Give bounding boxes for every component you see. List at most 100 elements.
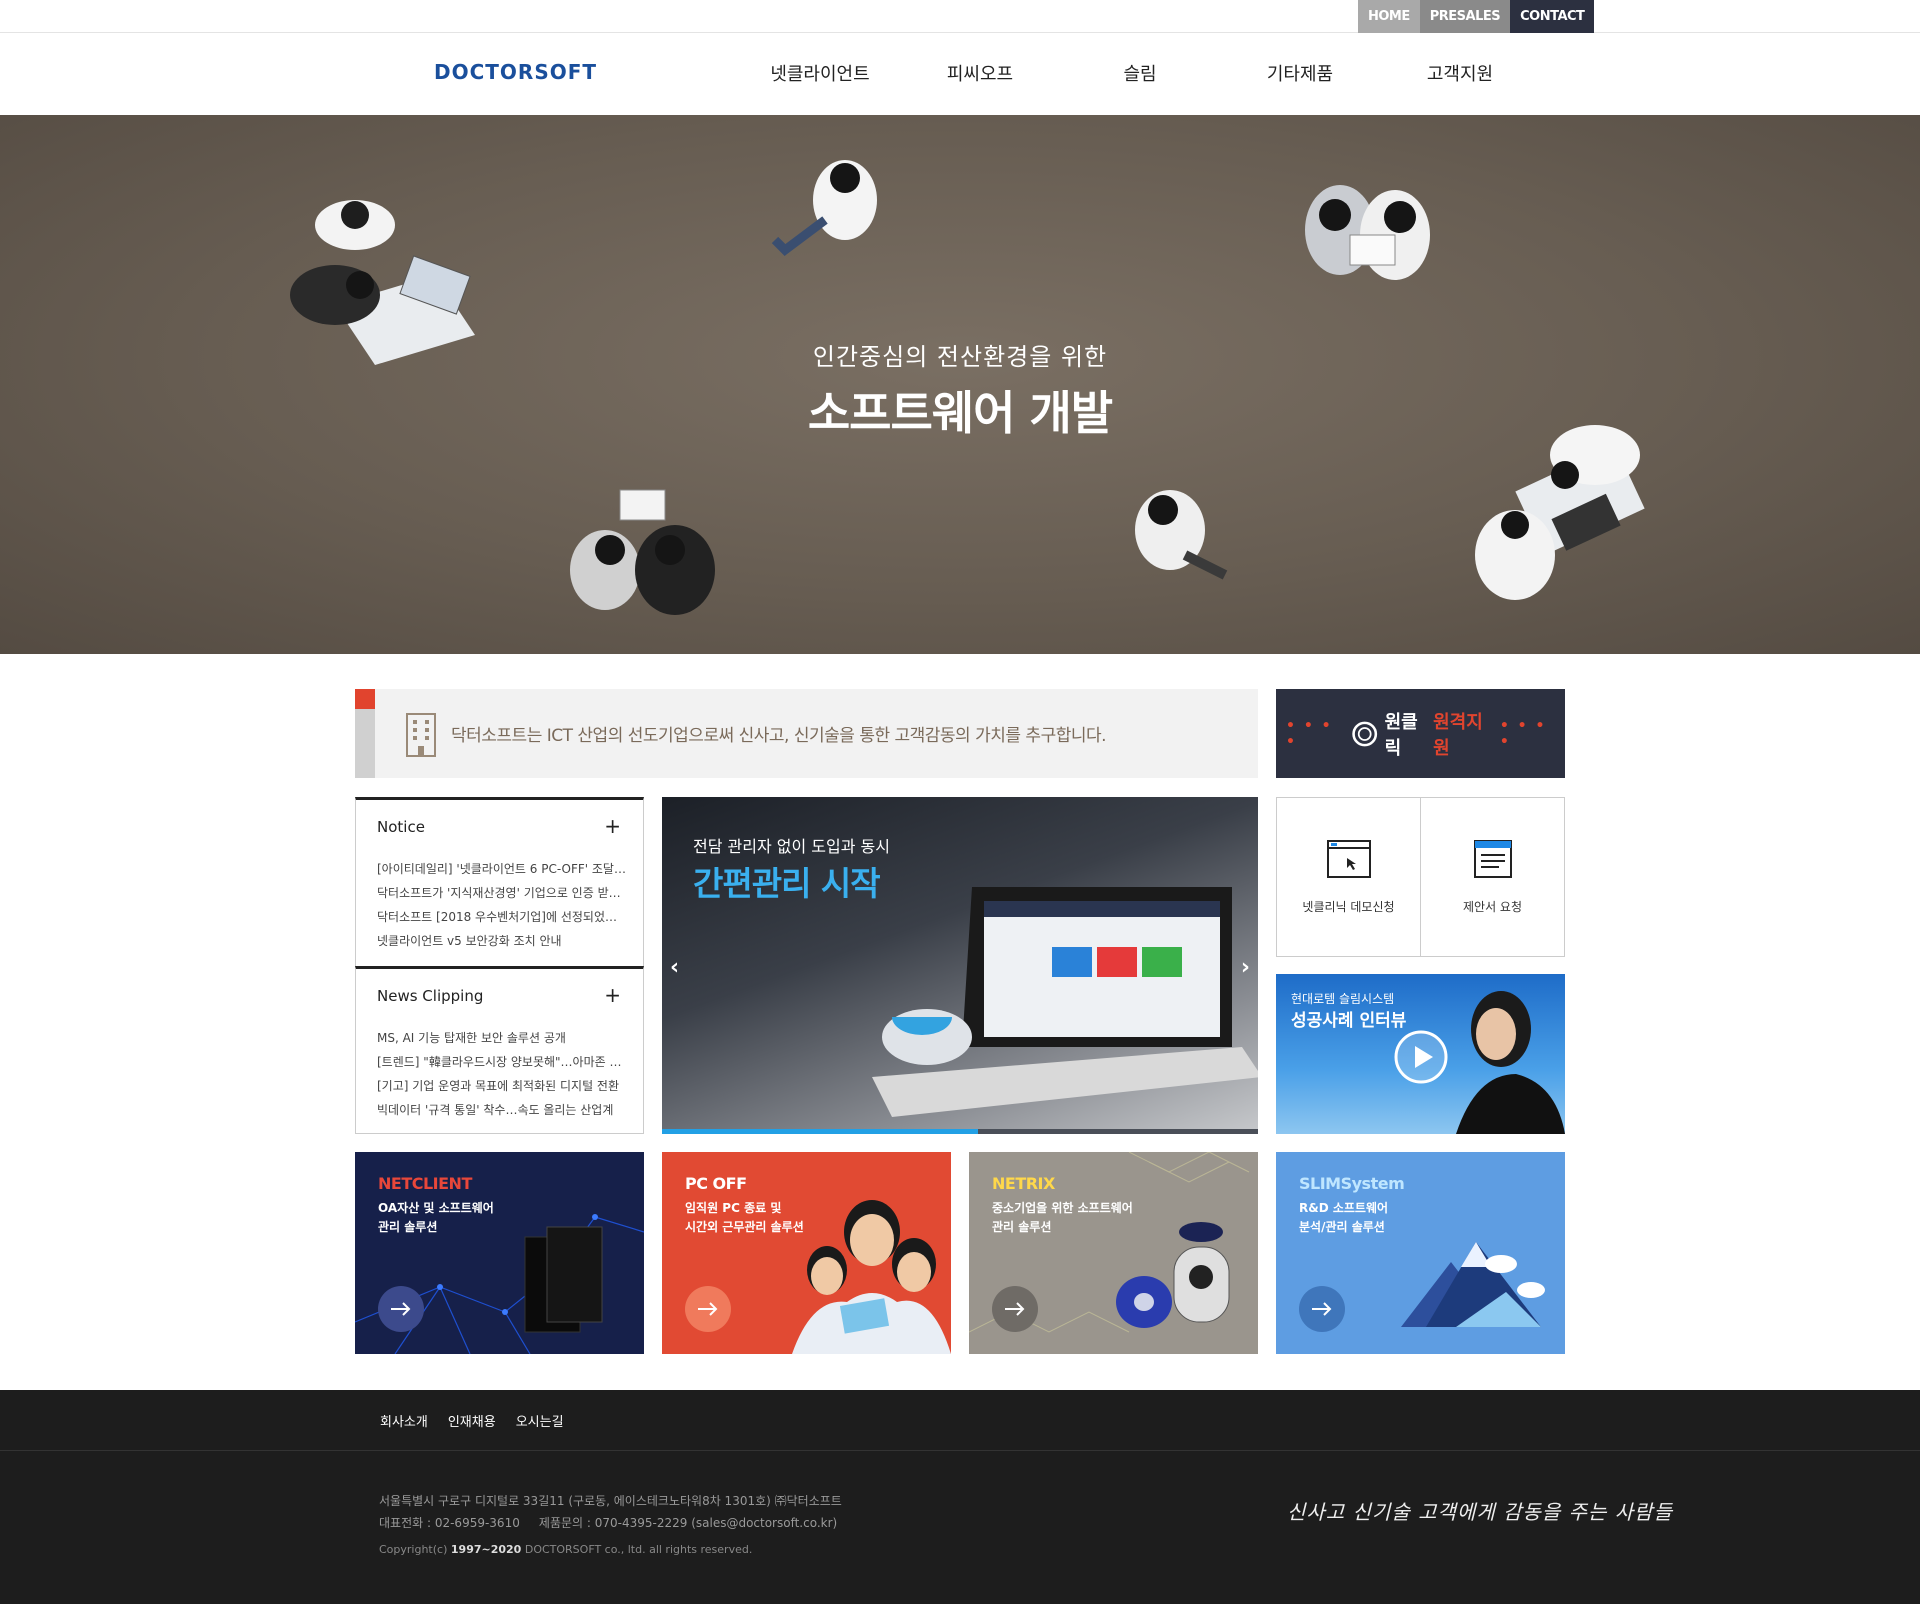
remote-support-label: 원클릭 <box>1384 711 1418 759</box>
interview-subtitle: 현대로템 슬림시스템 <box>1291 992 1395 1006</box>
people-group-illustration <box>1475 425 1645 600</box>
top-links: HOME PRESALES CONTACT <box>1358 0 1595 33</box>
accent-bar <box>355 689 375 778</box>
demo-request-button[interactable]: 넷클리닉 데모신청 <box>1277 798 1420 956</box>
lifebuoy-icon <box>1352 721 1378 746</box>
person-illustration <box>771 160 877 256</box>
product-description: 임직원 PC 종료 및 시간외 근무관리 솔루션 <box>685 1201 804 1234</box>
menu-item-support[interactable]: 고객지원 <box>1365 34 1555 115</box>
menu-item-pcoff[interactable]: 피씨오프 <box>915 34 1045 115</box>
product-description: OA자산 및 소프트웨어 관리 솔루션 <box>378 1201 494 1234</box>
notice-more-button[interactable]: + <box>604 816 621 836</box>
person-illustration <box>1135 490 1228 580</box>
list-item[interactable]: [기고] 기업 운영과 목표에 최적화된 디지털 전환 <box>377 1074 627 1098</box>
hero-banner: 인간중심의 전산환경을 위한 소프트웨어 개발 <box>0 115 1920 654</box>
footer-links: 회사소개 인재채용 오시는길 <box>380 1411 584 1430</box>
play-icon[interactable] <box>1393 1029 1449 1085</box>
list-item[interactable]: 닥터소프트 [2018 우수벤처기업]에 선정되었습니다 <box>377 905 627 929</box>
footer-link-about[interactable]: 회사소개 <box>380 1411 428 1430</box>
news-more-button[interactable]: + <box>604 985 621 1005</box>
product-name: NETRIX <box>992 1174 1055 1193</box>
footer-phone: 대표전화 : 02-6959-3610 제품문의 : 070-4395-2229… <box>379 1516 838 1530</box>
news-title[interactable]: News Clipping <box>377 987 483 1005</box>
browser-cursor-icon <box>1326 840 1371 878</box>
menu-item-slim[interactable]: 슬림 <box>1045 34 1235 115</box>
remote-support-button[interactable]: • • • • 원클릭 원격지원 • • • • <box>1276 689 1565 778</box>
list-item[interactable]: [아이티데일리] '넷클라이언트 6 PC-OFF' 조달청 우수조달물품 지정 <box>377 857 627 881</box>
main-slider[interactable]: 전담 관리자 없이 도입과 동시 간편관리 시작 ‹ › <box>662 797 1258 1134</box>
footer-slogan: 신사고 신기술 고객에게 감동을 주는 사람들 <box>1287 1500 1673 1524</box>
top-link-home[interactable]: HOME <box>1358 0 1420 33</box>
menu-item-netclient[interactable]: 넷클라이언트 <box>725 34 915 115</box>
arrow-right-button[interactable] <box>378 1286 424 1332</box>
main-header: DOCTORSOFT 넷클라이언트 피씨오프 슬림 기타제품 고객지원 <box>0 34 1920 115</box>
hero-subtitle: 인간중심의 전산환경을 위한 <box>812 343 1108 371</box>
hero-title: 소프트웨어 개발 <box>807 386 1113 440</box>
product-card-netrix[interactable]: NETRIX 중소기업을 위한 소프트웨어 관리 솔루션 <box>969 1152 1258 1354</box>
notice-list: [아이티데일리] '넷클라이언트 6 PC-OFF' 조달청 우수조달물품 지정… <box>377 857 627 953</box>
list-item[interactable]: MS, AI 기능 탑재한 보안 솔루션 공개 <box>377 1026 627 1050</box>
list-item[interactable]: 닥터소프트가 '지식재산경영' 기업으로 인증 받았습니다 <box>377 881 627 905</box>
copyright-prefix: Copyright(c) <box>379 1543 448 1556</box>
slider-title: 간편관리 시작 <box>693 864 881 903</box>
product-name: SLIMSystem <box>1299 1174 1405 1193</box>
notice-board: Notice + [아이티데일리] '넷클라이언트 6 PC-OFF' 조달청 … <box>355 797 644 967</box>
logo[interactable]: DOCTORSOFT <box>434 60 597 84</box>
arrow-right-icon <box>391 1302 411 1316</box>
product-card-netclient[interactable]: NETCLIENT OA자산 및 소프트웨어 관리 솔루션 <box>355 1152 644 1354</box>
top-utility-bar: HOME PRESALES CONTACT <box>0 0 1920 33</box>
top-link-presales[interactable]: PRESALES <box>1419 0 1511 33</box>
slider-prev-button[interactable]: ‹ <box>670 955 679 980</box>
copyright-suffix: DOCTORSOFT co., ltd. all rights reserved… <box>524 1543 753 1556</box>
arrow-right-button[interactable] <box>992 1286 1038 1332</box>
footer-link-location[interactable]: 오시는길 <box>516 1411 564 1430</box>
footer: 회사소개 인재채용 오시는길 서울특별시 구로구 디지털로 33길11 (구로동… <box>0 1390 1920 1604</box>
slider-progress-fill <box>662 1129 978 1134</box>
document-icon <box>1473 840 1512 878</box>
slider-subtitle: 전담 관리자 없이 도입과 동시 <box>693 837 890 856</box>
footer-divider <box>0 1450 1920 1451</box>
footer-link-recruit[interactable]: 인재채용 <box>448 1411 496 1430</box>
people-pair-illustration <box>570 489 715 615</box>
people-pair-illustration <box>1305 185 1430 280</box>
decorative-dots: • • • • <box>1286 717 1333 750</box>
copyright-years: 1997~2020 <box>450 1543 522 1556</box>
list-item[interactable]: [트렌드] "韓클라우드시장 양보못해"…아마존 vs MS <box>377 1050 627 1074</box>
product-name: NETCLIENT <box>378 1174 472 1193</box>
quick-links: 넷클리닉 데모신청 제안서 요청 <box>1276 797 1565 957</box>
notice-title[interactable]: Notice <box>377 818 425 836</box>
footer-copyright: Copyright(c) 1997~2020 DOCTORSOFT co., l… <box>379 1543 752 1556</box>
footer-address: 서울특별시 구로구 디지털로 33길11 (구로동, 에이스테크노타워8차 13… <box>379 1494 842 1508</box>
arrow-right-icon <box>1005 1302 1025 1316</box>
product-description: R&D 소프트웨어 분석/관리 솔루션 <box>1299 1201 1389 1234</box>
slider-progress <box>662 1129 1258 1134</box>
footer-address-block: 서울특별시 구로구 디지털로 33길11 (구로동, 에이스테크노타워8차 13… <box>379 1490 842 1534</box>
slider-next-button[interactable]: › <box>1241 955 1250 980</box>
main-menu: 넷클라이언트 피씨오프 슬림 기타제품 고객지원 <box>740 34 1555 115</box>
news-board: News Clipping + MS, AI 기능 탑재한 보안 솔루션 공개 … <box>355 966 644 1134</box>
top-link-contact[interactable]: CONTACT <box>1510 0 1595 33</box>
remote-support-highlight: 원격지원 <box>1433 711 1483 759</box>
list-item[interactable]: 빅데이터 '규격 통일' 착수…속도 올리는 산업계 <box>377 1098 627 1122</box>
laptop-illustration <box>872 887 1258 1117</box>
family-photo-illustration <box>792 1200 951 1354</box>
building-icon <box>406 713 436 757</box>
decorative-dots: • • • • <box>1499 717 1547 750</box>
menu-item-other-products[interactable]: 기타제품 <box>1235 34 1365 115</box>
arrow-right-icon <box>1312 1302 1332 1316</box>
product-card-slimsystem[interactable]: SLIMSystem R&D 소프트웨어 분석/관리 솔루션 <box>1276 1152 1565 1354</box>
product-name: PC OFF <box>685 1174 747 1193</box>
arrow-right-button[interactable] <box>1299 1286 1345 1332</box>
demo-request-label: 넷클리닉 데모신청 <box>1302 900 1395 914</box>
proposal-request-button[interactable]: 제안서 요청 <box>1420 798 1564 956</box>
intro-text: 닥터소프트는 ICT 산업의 선도기업으로써 신사고, 신기술을 통한 고객감동… <box>451 726 1107 746</box>
intro-banner: 닥터소프트는 ICT 산업의 선도기업으로써 신사고, 신기술을 통한 고객감동… <box>355 689 1258 778</box>
news-list: MS, AI 기능 탑재한 보안 솔루션 공개 [트렌드] "韓클라우드시장 양… <box>377 1026 627 1122</box>
interview-title: 성공사례 인터뷰 <box>1291 1011 1407 1031</box>
product-card-pcoff[interactable]: PC OFF 임직원 PC 종료 및 시간외 근무관리 솔루션 <box>662 1152 951 1354</box>
arrow-right-icon <box>698 1302 718 1316</box>
arrow-right-button[interactable] <box>685 1286 731 1332</box>
proposal-request-label: 제안서 요청 <box>1462 900 1522 914</box>
interview-banner[interactable]: 현대로템 슬림시스템 성공사례 인터뷰 <box>1276 974 1565 1134</box>
list-item[interactable]: 넷클라이언트 v5 보안강화 조치 안내 <box>377 929 627 953</box>
